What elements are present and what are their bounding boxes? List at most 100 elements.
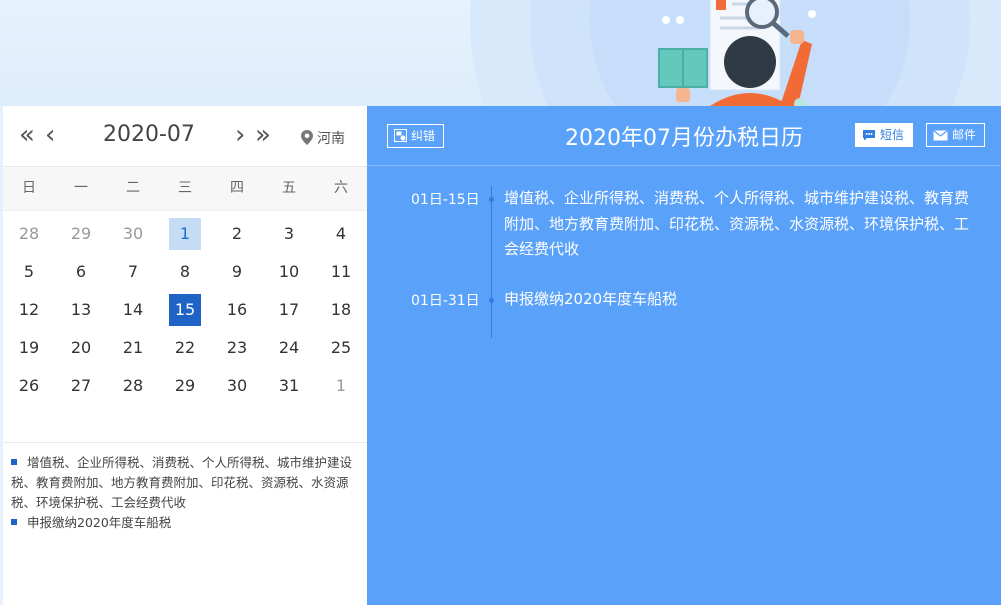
- timeline-dot-icon: [489, 197, 494, 202]
- weekday-tue: 二: [126, 180, 140, 196]
- calendar-day-number: 21: [122, 338, 144, 357]
- calendar-day[interactable]: 5: [3, 253, 55, 291]
- calendar-day[interactable]: 4: [315, 215, 367, 253]
- weekday-wed: 三: [178, 180, 192, 196]
- calendar-day-number: 1: [335, 376, 347, 395]
- calendar-week-row: 19 20 21 22 23 24 25: [3, 329, 367, 367]
- calendar-day-number: 3: [283, 224, 295, 243]
- calendar-day[interactable]: 8: [159, 253, 211, 291]
- calendar-day-number: 25: [330, 338, 352, 357]
- calendar-day-number: 15: [169, 294, 201, 326]
- calendar-day-number: 22: [174, 338, 196, 357]
- calendar-day[interactable]: 12: [3, 291, 55, 329]
- calendar-day[interactable]: 26: [3, 367, 55, 405]
- calendar-day[interactable]: 13: [55, 291, 107, 329]
- calendar-day[interactable]: 28: [107, 367, 159, 405]
- sms-icon: [863, 130, 875, 141]
- timeline-text: 申报缴纳2020年度车船税: [504, 289, 678, 308]
- mail-button[interactable]: 邮件: [926, 123, 986, 147]
- prev-month-button[interactable]: ‹: [45, 120, 55, 150]
- legend-item: 增值税、企业所得税、消费税、个人所得税、城市维护建设税、教育费附加、地方教育费附…: [11, 455, 353, 510]
- calendar-day[interactable]: 29: [55, 215, 107, 253]
- calendar-day[interactable]: 1: [159, 215, 211, 253]
- calendar-day-number: 28: [122, 376, 144, 395]
- calendar-day-number: 30: [226, 376, 248, 395]
- timeline-dot-icon: [489, 297, 494, 303]
- weekday-sat: 六: [334, 180, 348, 196]
- panel-header: 纠错 2020年07月份办税日历 短信 邮件: [367, 106, 1001, 166]
- top-banner: [0, 0, 1001, 106]
- calendar-legend: 增值税、企业所得税、消费税、个人所得税、城市维护建设税、教育费附加、地方教育费附…: [3, 442, 367, 533]
- weekday-thu: 四: [230, 180, 244, 196]
- calendar-day[interactable]: 17: [263, 291, 315, 329]
- calendar-week-row: 26 27 28 29 30 31 1: [3, 367, 367, 405]
- next-month-button[interactable]: ›: [235, 120, 245, 150]
- calendar-day-number: 4: [335, 224, 347, 243]
- calendar-day-number: 16: [226, 300, 248, 319]
- calendar-week-row: 5 6 7 8 9 10 11: [3, 253, 367, 291]
- calendar-day-number: 27: [70, 376, 92, 395]
- calendar-day[interactable]: 25: [315, 329, 367, 367]
- region-selector[interactable]: 河南: [301, 128, 345, 148]
- bullet-icon: [11, 519, 17, 525]
- calendar-day[interactable]: 7: [107, 253, 159, 291]
- calendar-day[interactable]: 2: [211, 215, 263, 253]
- calendar-day-number: 26: [18, 376, 40, 395]
- bullet-icon: [11, 459, 17, 465]
- calendar-day[interactable]: 23: [211, 329, 263, 367]
- timeline-item: 01日-31日 申报缴纳2020年度车船税: [367, 287, 1001, 313]
- calendar-day-number: 17: [278, 300, 300, 319]
- calendar-day-number: 1: [169, 218, 201, 250]
- timeline-item: 01日-15日 增值税、企业所得税、消费税、个人所得税、城市维护建设税、教育费附…: [367, 186, 1001, 263]
- calendar-day[interactable]: 30: [107, 215, 159, 253]
- calendar-day[interactable]: 24: [263, 329, 315, 367]
- calendar-day-number: 28: [18, 224, 40, 243]
- calendar-grid: 28 29 30 1 2 3 4 5 6 7 8 9 10 11 12 13 14 15 16 17 18 19 20 21 2…: [3, 211, 367, 405]
- calendar-day-number: 18: [330, 300, 352, 319]
- sms-button[interactable]: 短信: [855, 123, 914, 147]
- next-year-button[interactable]: »: [255, 120, 271, 150]
- calendar-day-number: 30: [122, 224, 144, 243]
- calendar-day-number: 9: [231, 262, 243, 281]
- calendar-day[interactable]: 14: [107, 291, 159, 329]
- calendar-day[interactable]: 27: [55, 367, 107, 405]
- calendar-header: « ‹ 2020-07 › » 河南: [3, 106, 367, 167]
- weekday-sun: 日: [22, 180, 36, 196]
- weekday-header: 日 一 二 三 四 五 六: [3, 167, 367, 211]
- calendar-day[interactable]: 3: [263, 215, 315, 253]
- calendar-day-number: 14: [122, 300, 144, 319]
- prev-year-button[interactable]: «: [19, 120, 35, 150]
- calendar-day[interactable]: 10: [263, 253, 315, 291]
- calendar-week-row: 28 29 30 1 2 3 4: [3, 215, 367, 253]
- location-pin-icon: [301, 130, 313, 145]
- calendar-day-number: 24: [278, 338, 300, 357]
- calendar-day[interactable]: 21: [107, 329, 159, 367]
- calendar-day-number: 5: [23, 262, 35, 281]
- calendar-day-number: 23: [226, 338, 248, 357]
- calendar-day[interactable]: 20: [55, 329, 107, 367]
- calendar-day[interactable]: 29: [159, 367, 211, 405]
- calendar-day[interactable]: 19: [3, 329, 55, 367]
- calendar-day[interactable]: 15: [159, 291, 211, 329]
- calendar-day-number: 31: [278, 376, 300, 395]
- calendar-day[interactable]: 11: [315, 253, 367, 291]
- calendar-day[interactable]: 31: [263, 367, 315, 405]
- calendar-day[interactable]: 9: [211, 253, 263, 291]
- current-month: 2020-07: [103, 122, 195, 147]
- calendar-day-number: 20: [70, 338, 92, 357]
- weekday-mon: 一: [74, 180, 88, 196]
- calendar-day-number: 13: [70, 300, 92, 319]
- calendar-week-row: 12 13 14 15 16 17 18: [3, 291, 367, 329]
- tax-calendar-panel: 纠错 2020年07月份办税日历 短信 邮件 01日-15日 增值税、企业所得税…: [367, 106, 1001, 605]
- calendar-day[interactable]: 16: [211, 291, 263, 329]
- calendar-day[interactable]: 22: [159, 329, 211, 367]
- calendar-day[interactable]: 18: [315, 291, 367, 329]
- calendar-day[interactable]: 30: [211, 367, 263, 405]
- calendar-day-number: 6: [75, 262, 87, 281]
- calendar-day[interactable]: 6: [55, 253, 107, 291]
- region-label: 河南: [317, 131, 345, 147]
- calendar-day[interactable]: 1: [315, 367, 367, 405]
- legend-item: 申报缴纳2020年度车船税: [11, 513, 357, 533]
- calendar-day[interactable]: 28: [3, 215, 55, 253]
- calendar-day-number: 10: [278, 262, 300, 281]
